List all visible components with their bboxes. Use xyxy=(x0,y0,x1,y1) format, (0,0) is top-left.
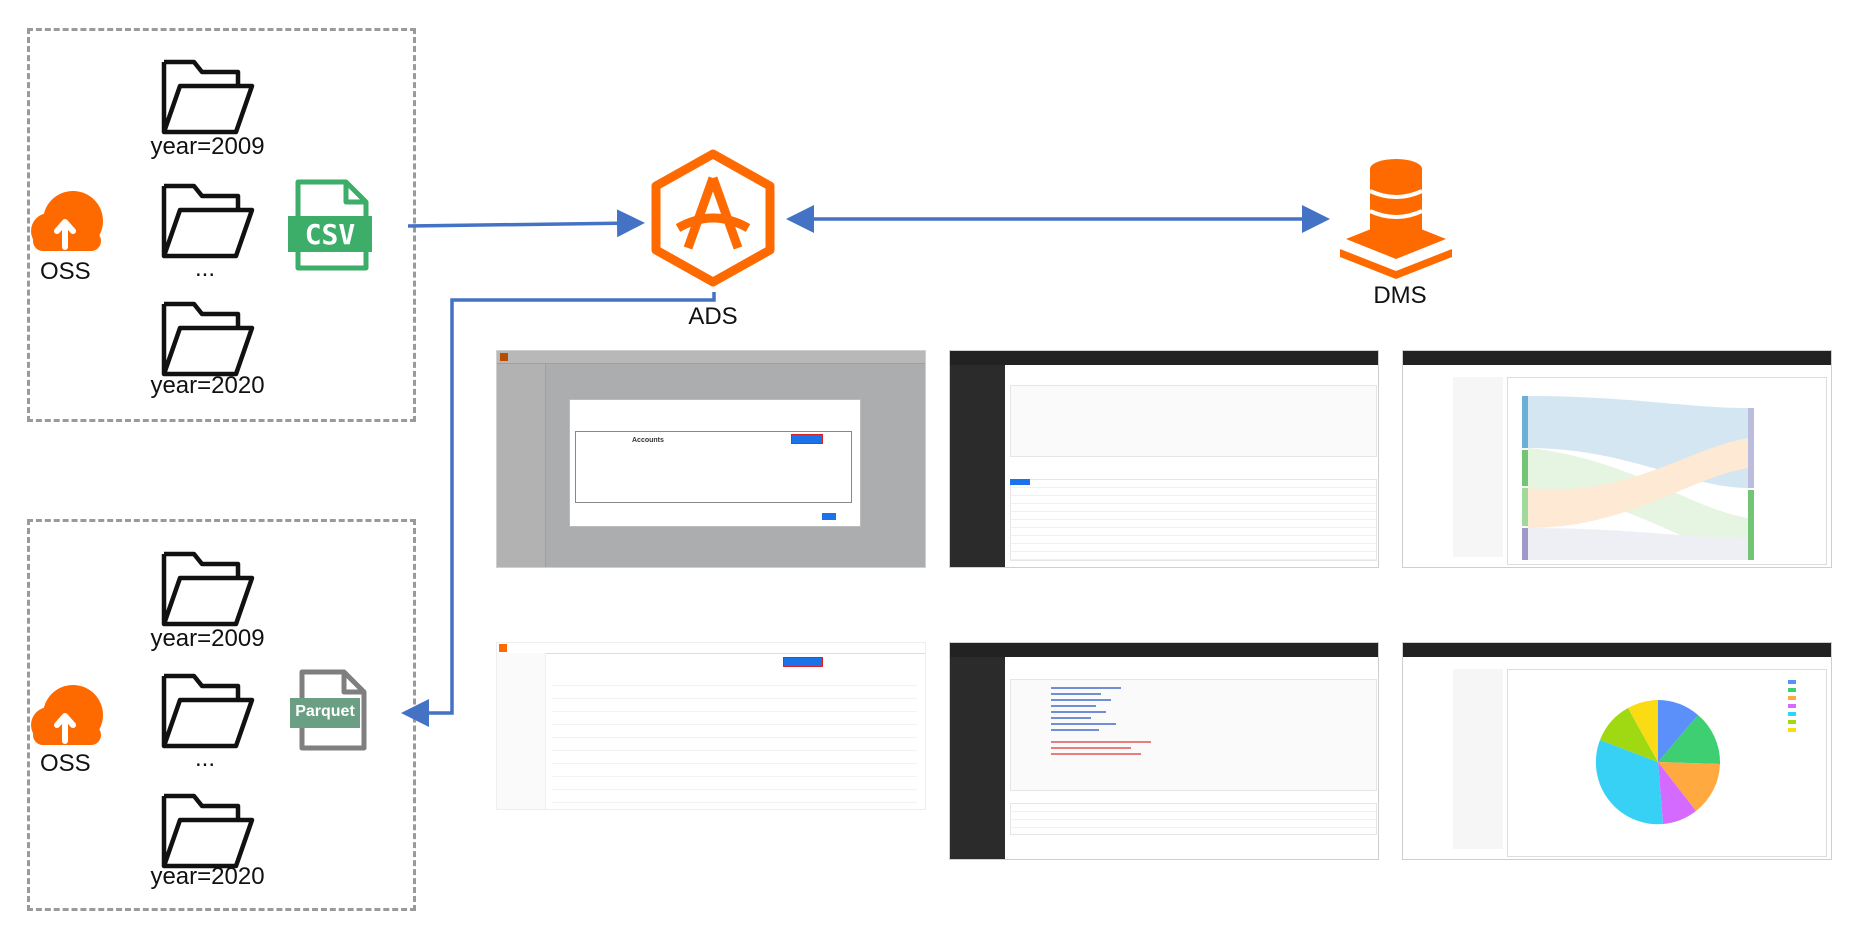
ads-cluster-details-thumbnail xyxy=(496,642,926,810)
sign-in-button[interactable] xyxy=(783,657,823,667)
brand-square-icon xyxy=(499,644,507,652)
database-stack-icon xyxy=(1336,155,1456,290)
dms-sidebar xyxy=(950,657,1005,859)
ads-label: ADS xyxy=(688,303,738,330)
pie-area xyxy=(1507,669,1827,857)
editor-area xyxy=(1010,385,1377,457)
console-header xyxy=(497,643,925,654)
result-grid xyxy=(1010,479,1377,561)
ok-button[interactable] xyxy=(822,513,836,520)
ads-console-thumbnail: Accounts xyxy=(496,350,926,568)
result-grid xyxy=(1010,803,1377,835)
dms-topbar xyxy=(950,351,1378,365)
sankey-area xyxy=(1507,377,1827,565)
ads-logo-icon xyxy=(648,148,778,293)
dms-pie-thumbnail xyxy=(1402,642,1832,860)
accounts-title: Accounts xyxy=(632,437,664,444)
execute-tab[interactable] xyxy=(1010,479,1030,485)
detail-sections xyxy=(552,673,917,803)
dms-sankey-thumbnail xyxy=(1402,350,1832,568)
sql-code-area xyxy=(1010,679,1377,791)
csv-to-ads-arrow xyxy=(407,209,645,238)
dms-label: DMS xyxy=(1373,282,1427,309)
chart-config-panel xyxy=(1453,669,1503,849)
console-sidebar xyxy=(497,653,546,809)
dms-sql-editor-thumbnail xyxy=(949,350,1379,568)
dms-topbar xyxy=(950,643,1378,657)
dms-sql-query-thumbnail xyxy=(949,642,1379,860)
dms-sidebar xyxy=(950,365,1005,567)
chart-config-panel xyxy=(1453,377,1503,557)
create-account-button[interactable] xyxy=(791,434,823,444)
dms-topbar xyxy=(1403,351,1831,365)
dms-topbar xyxy=(1403,643,1831,657)
